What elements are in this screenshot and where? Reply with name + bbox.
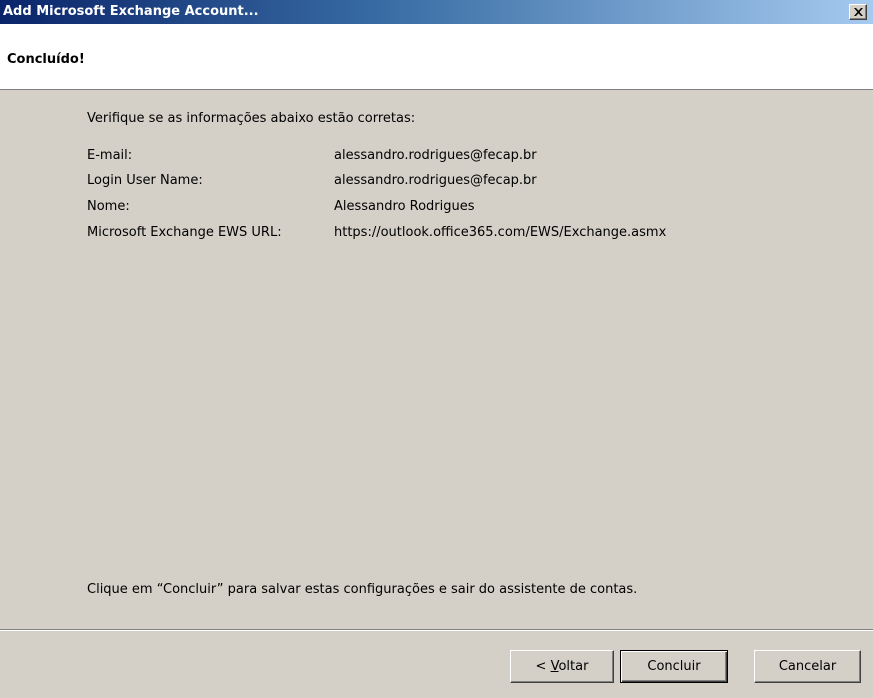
email-value: alessandro.rodrigues@fecap.br bbox=[334, 148, 537, 163]
ews-url-label: Microsoft Exchange EWS URL: bbox=[87, 225, 282, 240]
window-title: Add Microsoft Exchange Account... bbox=[3, 4, 259, 19]
email-label: E-mail: bbox=[87, 148, 133, 163]
finish-button[interactable]: Concluir bbox=[620, 650, 728, 683]
name-value: Alessandro Rodrigues bbox=[334, 199, 475, 214]
dialog-window: Add Microsoft Exchange Account... Conclu… bbox=[0, 0, 873, 698]
back-button-label: oltar bbox=[558, 659, 589, 674]
ews-url-value: https://outlook.office365.com/EWS/Exchan… bbox=[334, 225, 667, 240]
wizard-header: Concluído! bbox=[0, 24, 873, 90]
intro-text: Verifique se as informações abaixo estão… bbox=[87, 111, 416, 126]
page-title: Concluído! bbox=[7, 52, 85, 67]
summary-panel: Verifique se as informações abaixo estão… bbox=[0, 91, 873, 629]
login-label: Login User Name: bbox=[87, 173, 203, 188]
back-button-prefix: < bbox=[535, 659, 551, 674]
close-icon bbox=[854, 8, 863, 16]
name-label: Nome: bbox=[87, 199, 130, 214]
title-bar: Add Microsoft Exchange Account... bbox=[0, 0, 873, 24]
cancel-button[interactable]: Cancelar bbox=[754, 650, 861, 683]
login-value: alessandro.rodrigues@fecap.br bbox=[334, 173, 537, 188]
button-separator bbox=[0, 629, 873, 631]
close-button[interactable] bbox=[849, 4, 867, 20]
back-button[interactable]: < Voltar bbox=[510, 650, 614, 683]
finish-instruction: Clique em “Concluir” para salvar estas c… bbox=[87, 582, 638, 597]
